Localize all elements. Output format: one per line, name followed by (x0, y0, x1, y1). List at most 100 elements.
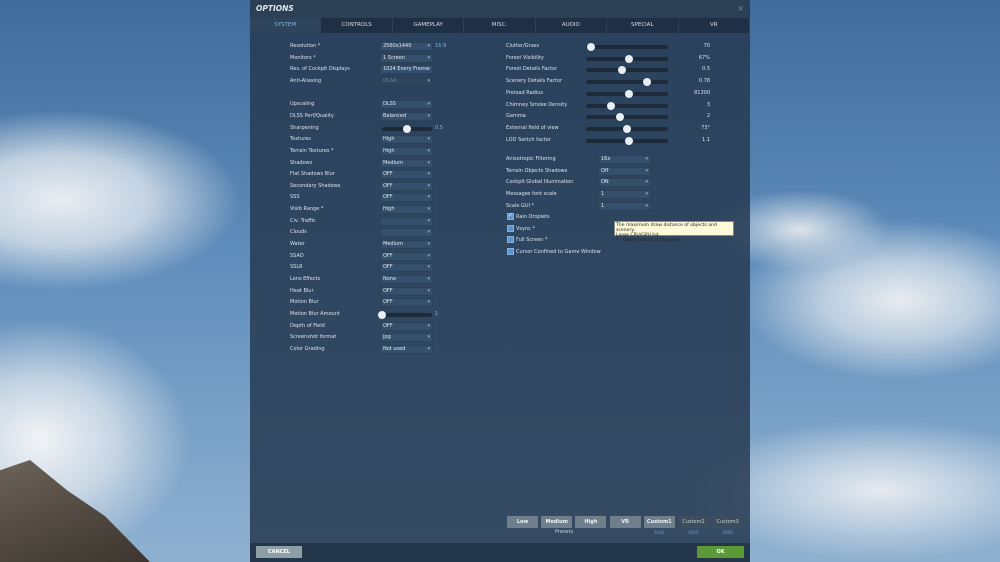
slider-label: Gamma (506, 113, 526, 120)
setting-dropdown[interactable]: OFF (380, 286, 433, 296)
setting-dropdown[interactable]: High (380, 146, 433, 156)
cancel-button[interactable]: CANCEL (256, 546, 302, 558)
slider-knob[interactable] (607, 101, 616, 110)
checkbox-label: Rain Droplets (516, 214, 550, 220)
checkbox[interactable] (507, 224, 514, 232)
tab-special[interactable]: SPECIAL (607, 18, 679, 33)
setting-dropdown[interactable]: 1024 Every Frame (380, 65, 433, 75)
setting-slider[interactable] (586, 89, 668, 98)
tab-misc[interactable]: MISC. (464, 18, 536, 33)
setting-dropdown[interactable]: Off (598, 166, 651, 176)
slider-value: 67% (698, 54, 710, 61)
preset-vr[interactable]: VR (609, 516, 641, 528)
slider-value: 3 (706, 101, 710, 108)
slider-value: 70 (703, 43, 710, 49)
setting-label: Visib Range * (290, 206, 324, 213)
setting-dropdown[interactable]: ON (598, 178, 651, 188)
setting-dropdown[interactable]: OFF (380, 193, 433, 203)
preset-high[interactable]: High (575, 516, 607, 528)
save-custom3-link[interactable]: SAVE (712, 530, 743, 535)
setting-dropdown[interactable]: Not used (380, 344, 433, 354)
setting-dropdown[interactable]: High (380, 205, 433, 215)
setting-slider[interactable] (586, 124, 668, 133)
save-custom1-link[interactable]: SAVE (644, 530, 675, 535)
tab-vr[interactable]: VR (679, 18, 750, 33)
setting-dropdown[interactable]: None (380, 275, 433, 284)
preset-custom3[interactable]: Custom3 (712, 516, 744, 528)
slider-value: 0.5 (435, 124, 443, 131)
preset-low[interactable]: Low (507, 516, 538, 528)
setting-dropdown[interactable]: OFF (380, 170, 433, 180)
checkbox[interactable] (507, 248, 514, 256)
slider-knob[interactable] (623, 124, 631, 133)
slider-knob[interactable] (642, 78, 651, 87)
checkbox-label: Vsync * (516, 225, 535, 232)
setting-label: Depth of Field (290, 322, 325, 329)
setting-dropdown[interactable] (380, 228, 433, 238)
slider-label: Clutter/Grass (506, 43, 539, 49)
tab-gameplay[interactable]: GAMEPLAY (393, 18, 465, 33)
checkbox[interactable] (507, 212, 514, 220)
setting-dropdown[interactable]: 1 Screen (380, 53, 433, 63)
aspect-ratio: 16:9 (435, 43, 447, 49)
save-custom2-link[interactable]: SAVE (678, 530, 709, 535)
setting-label: Res. of Cockpit Displays (290, 66, 350, 73)
setting-dropdown[interactable]: OFF (380, 321, 433, 331)
slider-knob[interactable] (624, 54, 633, 63)
preset-medium[interactable]: Medium (541, 516, 573, 528)
slider-knob[interactable] (586, 43, 595, 51)
setting-slider[interactable] (586, 113, 668, 122)
setting-slider[interactable] (586, 43, 668, 51)
setting-slider[interactable] (382, 124, 432, 133)
setting-dropdown[interactable]: 16x (598, 155, 651, 164)
setting-dropdown[interactable]: Medium (380, 240, 433, 250)
setting-dropdown[interactable]: High (380, 135, 433, 145)
setting-dropdown[interactable]: Balanced (380, 111, 433, 121)
slider-knob[interactable] (378, 310, 386, 319)
tooltip: The maximum draw distance of objects and… (614, 221, 734, 243)
preset-custom2[interactable]: Custom2 (678, 516, 709, 528)
setting-dropdown[interactable]: OFF (380, 251, 433, 261)
setting-dropdown[interactable]: OFF (380, 181, 433, 191)
preset-custom1[interactable]: Custom1 (643, 516, 675, 528)
slider-knob[interactable] (615, 113, 624, 122)
slider-knob[interactable] (618, 66, 627, 75)
setting-label: Cockpit Global Illumination (506, 179, 574, 186)
setting-label: Textures (290, 136, 311, 143)
setting-label: Heat Blur (290, 287, 314, 294)
setting-dropdown[interactable]: jpg (380, 333, 433, 343)
tooltip-line: * - Game restart is required. (616, 238, 681, 243)
setting-label: Lens Effects (290, 276, 321, 282)
setting-dropdown[interactable]: 2560x1440 (380, 42, 433, 51)
slider-knob[interactable] (625, 89, 634, 98)
setting-dropdown[interactable]: OFF (380, 263, 433, 273)
tab-controls[interactable]: CONTROLS (321, 18, 393, 33)
setting-slider[interactable] (378, 310, 432, 319)
checkbox[interactable] (507, 236, 514, 244)
setting-dropdown[interactable]: 1 (598, 190, 651, 200)
setting-dropdown[interactable] (380, 216, 433, 226)
ok-button[interactable]: OK (697, 546, 744, 558)
setting-dropdown[interactable]: Medium (380, 158, 433, 168)
setting-slider[interactable] (586, 66, 668, 75)
tab-audio[interactable]: AUDIO (536, 18, 608, 33)
presets-label: Presets (555, 529, 574, 535)
setting-label: Flat Shadows Blur (290, 171, 335, 178)
slider-knob[interactable] (403, 124, 411, 133)
tab-system[interactable]: SYSTEM (250, 18, 322, 33)
setting-slider[interactable] (586, 54, 668, 63)
slider-label: External field of view (506, 124, 559, 131)
slider-label: Forest Details Factor (506, 66, 558, 73)
setting-slider[interactable] (586, 78, 668, 87)
options-window: OPTIONS × SYSTEM CONTROLS GAMEPLAY MISC. AUD… (250, 0, 750, 562)
setting-dropdown[interactable]: 1 (598, 201, 651, 211)
setting-slider[interactable] (586, 101, 668, 110)
slider-knob[interactable] (625, 136, 634, 145)
setting-label: Color Grading (290, 345, 325, 352)
setting-slider[interactable] (586, 136, 668, 145)
close-icon[interactable]: × (737, 4, 744, 13)
setting-dropdown[interactable]: DLSS (380, 100, 433, 110)
setting-label: Scale GUI * (506, 202, 535, 209)
setting-label: Civ. Traffic (290, 217, 316, 224)
setting-dropdown[interactable]: OFF (380, 298, 433, 308)
